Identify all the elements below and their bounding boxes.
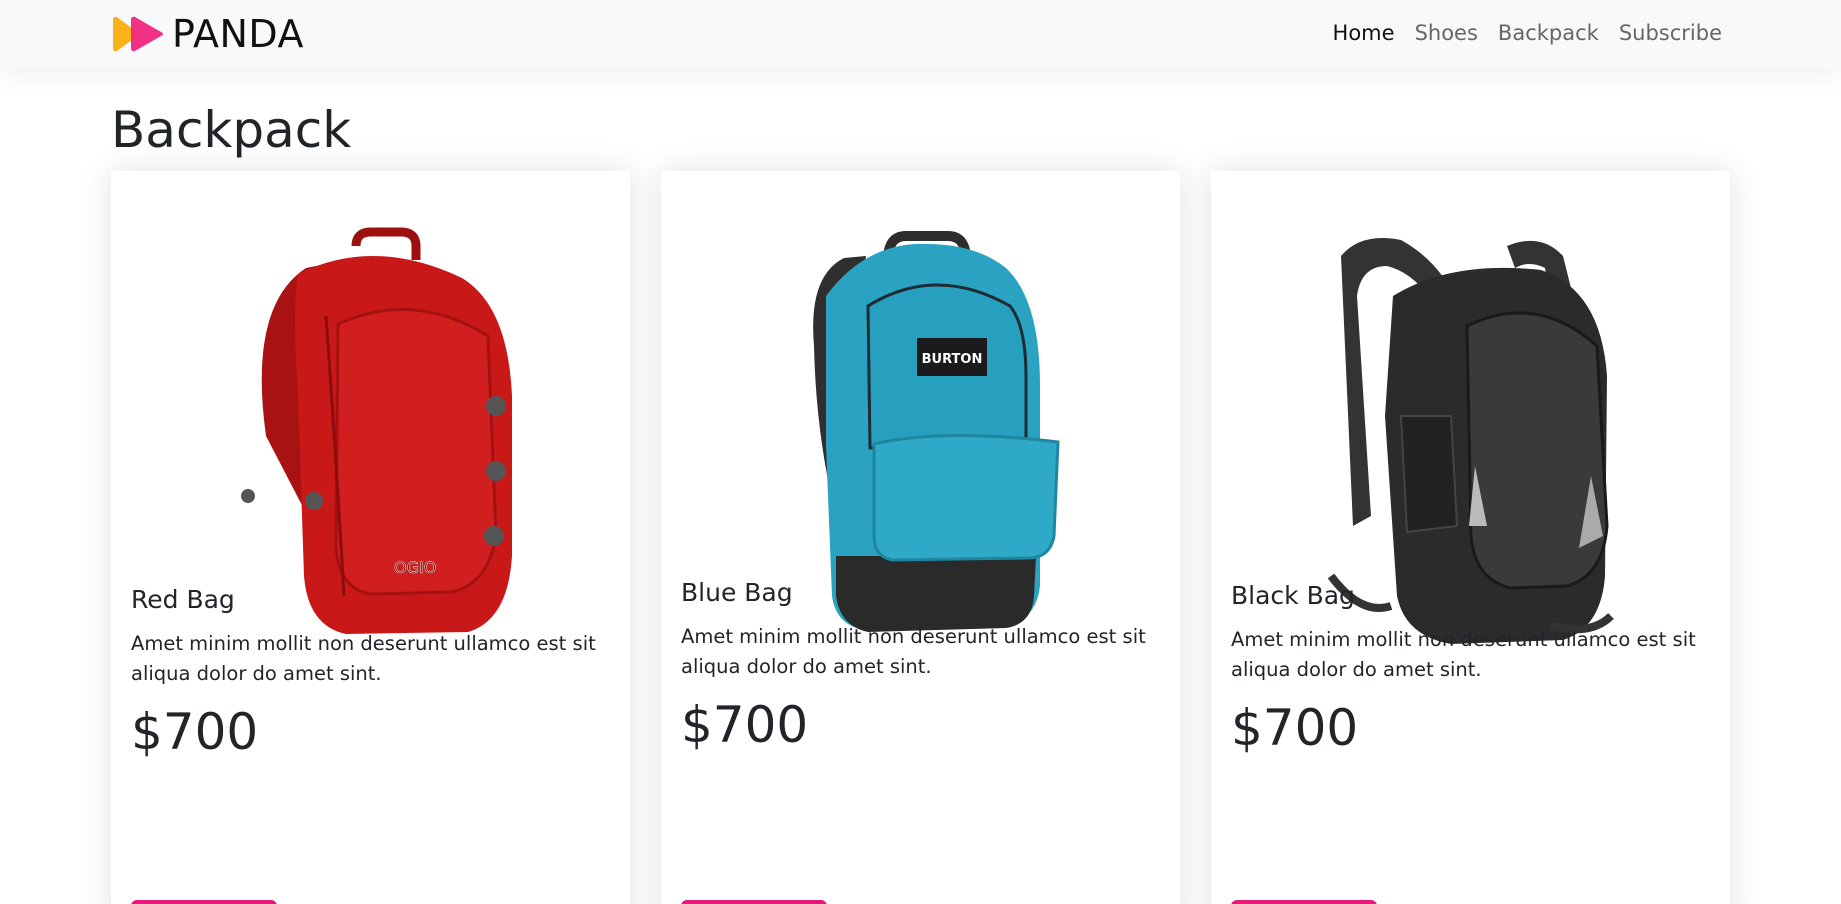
nav-link-home[interactable]: Home [1333,18,1395,48]
buy-button[interactable] [1231,900,1377,904]
product-price: $700 [1231,699,1359,757]
blue-backpack-image: BURTON [812,231,1060,632]
svg-text:OGIO: OGIO [394,558,436,577]
product-name: Red Bag [131,585,235,614]
product-card-black-bag: Black Bag Amet minim mollit non deserunt… [1211,171,1730,904]
nav-links: Home Shoes Backpack Subscribe [1333,18,1722,48]
product-card-blue-bag: BURTON Blue Bag Amet minim mollit non de… [661,171,1180,904]
product-price: $700 [131,703,259,761]
nav-link-backpack[interactable]: Backpack [1498,18,1599,48]
red-backpack-image: OGIO [240,227,512,634]
buy-button[interactable] [131,900,277,904]
brand-name: PANDA [172,12,304,56]
product-image [1211,196,1730,646]
navbar: PANDA Home Shoes Backpack Subscribe [0,0,1841,68]
buy-button[interactable] [681,900,827,904]
nav-link-shoes[interactable]: Shoes [1415,18,1478,48]
product-description: Amet minim mollit non deserunt ullamco e… [681,625,1146,678]
product-name: Black Bag [1231,581,1355,610]
product-price: $700 [681,696,809,754]
product-name: Blue Bag [681,578,793,607]
brand-logo[interactable]: PANDA [111,14,304,54]
product-image: OGIO [111,196,630,646]
panda-logo-icon [113,16,163,52]
product-card-red-bag: OGIO Red Bag Amet minim mollit non deser… [111,171,630,904]
bag-logo-text: BURTON [921,352,982,367]
page-title: Backpack [111,101,352,159]
nav-link-subscribe[interactable]: Subscribe [1619,18,1722,48]
product-description: Amet minim mollit non deserunt ullamco e… [131,632,596,685]
black-backpack-image [1327,238,1614,644]
product-description: Amet minim mollit non deserunt ullamco e… [1231,628,1696,681]
